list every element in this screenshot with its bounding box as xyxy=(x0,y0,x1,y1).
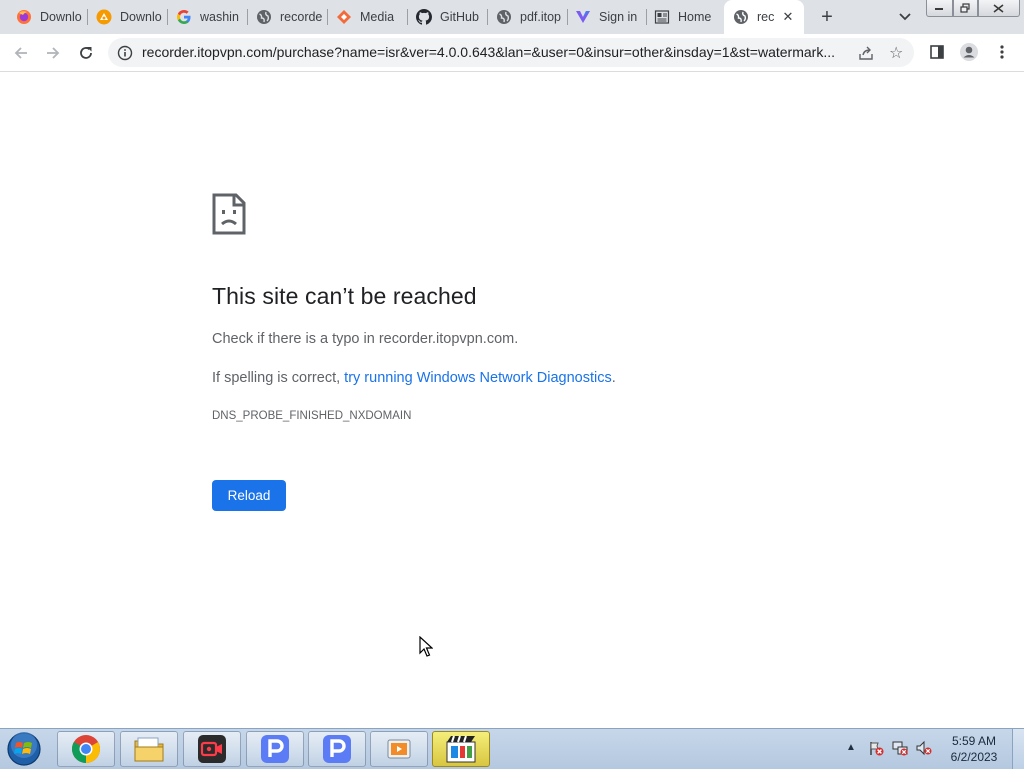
refresh-icon xyxy=(80,47,92,59)
tab-5[interactable]: Media xyxy=(320,5,406,29)
p-app-icon xyxy=(261,735,289,763)
tab-title: pdf.itop xyxy=(520,10,562,24)
bookmark-star-icon[interactable]: ☆ xyxy=(889,43,903,63)
windows-logo-icon xyxy=(7,732,41,766)
tab-7[interactable]: pdf.itop xyxy=(480,5,566,29)
site-info-icon[interactable] xyxy=(117,45,133,61)
action-center-flag-icon[interactable] xyxy=(868,740,884,756)
tab-strip: Downlo Downlo washin recorde Media GitHu… xyxy=(0,0,1024,34)
file-explorer-icon xyxy=(134,737,164,762)
tab-active[interactable]: rec ✕ xyxy=(724,0,804,34)
address-bar[interactable]: recorder.itopvpn.com/purchase?name=isr&v… xyxy=(108,38,914,67)
error-code: DNS_PROBE_FINISHED_NXDOMAIN xyxy=(212,410,412,422)
side-panel-icon[interactable] xyxy=(927,42,947,62)
browser-toolbar: recorder.itopvpn.com/purchase?name=isr&v… xyxy=(0,34,1024,72)
globe-icon xyxy=(496,9,512,25)
minimize-icon xyxy=(935,8,944,10)
diagnostics-prefix: If spelling is correct, xyxy=(212,370,345,386)
share-icon[interactable] xyxy=(858,45,874,66)
volume-muted-icon[interactable] xyxy=(916,740,932,756)
network-diagnostics-link[interactable]: try running Windows Network Diagnostics xyxy=(344,370,612,386)
system-tray: ▲ 5:59 AM 6/2/2023 xyxy=(842,729,1024,769)
forward-button[interactable] xyxy=(42,42,64,64)
window-controls xyxy=(926,0,1020,18)
error-title: This site can’t be reached xyxy=(212,283,477,309)
taskbar-media-editor[interactable] xyxy=(432,731,490,767)
tab-1[interactable]: Downlo xyxy=(0,5,86,29)
download-app-icon xyxy=(96,9,112,25)
tab-8[interactable]: Sign in xyxy=(559,5,645,29)
chrome-icon xyxy=(72,735,100,763)
back-button[interactable] xyxy=(10,42,32,64)
url-text[interactable]: recorder.itopvpn.com/purchase?name=isr&v… xyxy=(142,44,857,60)
reload-toolbar-button[interactable] xyxy=(75,42,97,64)
video-player-icon xyxy=(387,739,411,759)
close-window-button[interactable] xyxy=(977,0,1020,17)
clock-date: 6/2/2023 xyxy=(950,750,998,764)
restore-button[interactable] xyxy=(952,0,978,17)
p-app-icon xyxy=(323,735,351,763)
taskbar-p-app-2[interactable] xyxy=(308,731,366,767)
tab-search-icon[interactable] xyxy=(896,8,914,26)
reload-button[interactable]: Reload xyxy=(212,480,286,511)
firefox-icon xyxy=(16,9,32,25)
taskbar-screen-recorder[interactable] xyxy=(183,731,241,767)
tab-9[interactable]: Home xyxy=(638,5,724,29)
show-hidden-icons-icon[interactable]: ▲ xyxy=(846,742,856,753)
menu-dots-icon[interactable] xyxy=(992,42,1012,62)
show-desktop-button[interactable] xyxy=(1012,729,1024,769)
back-arrow-icon xyxy=(14,47,27,59)
taskbar-p-app-1[interactable] xyxy=(246,731,304,767)
tab-6[interactable]: GitHub xyxy=(400,5,486,29)
profile-avatar-icon[interactable] xyxy=(959,42,979,62)
globe-icon xyxy=(256,9,272,25)
github-icon xyxy=(416,9,432,25)
error-diagnostics-hint: If spelling is correct, try running Wind… xyxy=(212,370,616,386)
close-icon xyxy=(993,3,1004,13)
taskbar: ▲ 5:59 AM 6/2/2023 xyxy=(0,728,1024,769)
minimize-button[interactable] xyxy=(926,0,953,17)
clock-time: 5:59 AM xyxy=(951,734,997,748)
tab-4[interactable]: recorde xyxy=(240,5,326,29)
media-app-icon xyxy=(336,9,352,25)
tab-title: Sign in xyxy=(599,10,638,24)
media-editor-icon xyxy=(446,735,476,763)
tab-title: Downlo xyxy=(40,10,82,24)
tab-title: Home xyxy=(678,10,712,24)
tab-title: washin xyxy=(200,10,239,24)
sign-in-app-icon xyxy=(575,9,591,25)
restore-icon xyxy=(960,3,970,13)
network-disconnected-icon[interactable] xyxy=(892,740,908,756)
taskbar-file-explorer[interactable] xyxy=(120,731,178,767)
tab-title: recorde xyxy=(280,10,323,24)
mouse-cursor-icon xyxy=(419,635,434,662)
tab-title: Downlo xyxy=(120,10,162,24)
tab-title: Media xyxy=(360,10,395,24)
taskbar-clock[interactable]: 5:59 AM 6/2/2023 xyxy=(942,733,1006,765)
diagnostics-suffix: . xyxy=(611,370,616,386)
sad-page-icon xyxy=(212,193,246,240)
google-icon xyxy=(176,9,192,25)
tab-title: rec xyxy=(757,10,775,24)
tab-3[interactable]: washin xyxy=(160,5,246,29)
globe-icon xyxy=(733,9,749,25)
tab-2[interactable]: Downlo xyxy=(80,5,166,29)
taskbar-chrome[interactable] xyxy=(57,731,115,767)
close-tab-icon[interactable]: ✕ xyxy=(780,9,796,25)
screen-recorder-icon xyxy=(198,735,226,763)
forward-arrow-icon xyxy=(47,47,60,59)
home-page-icon xyxy=(654,9,670,25)
tab-title: GitHub xyxy=(440,10,479,24)
taskbar-video-player[interactable] xyxy=(370,731,428,767)
error-typo-hint: Check if there is a typo in recorder.ito… xyxy=(212,331,519,347)
start-button[interactable] xyxy=(4,731,44,767)
new-tab-button[interactable]: + xyxy=(816,6,838,28)
